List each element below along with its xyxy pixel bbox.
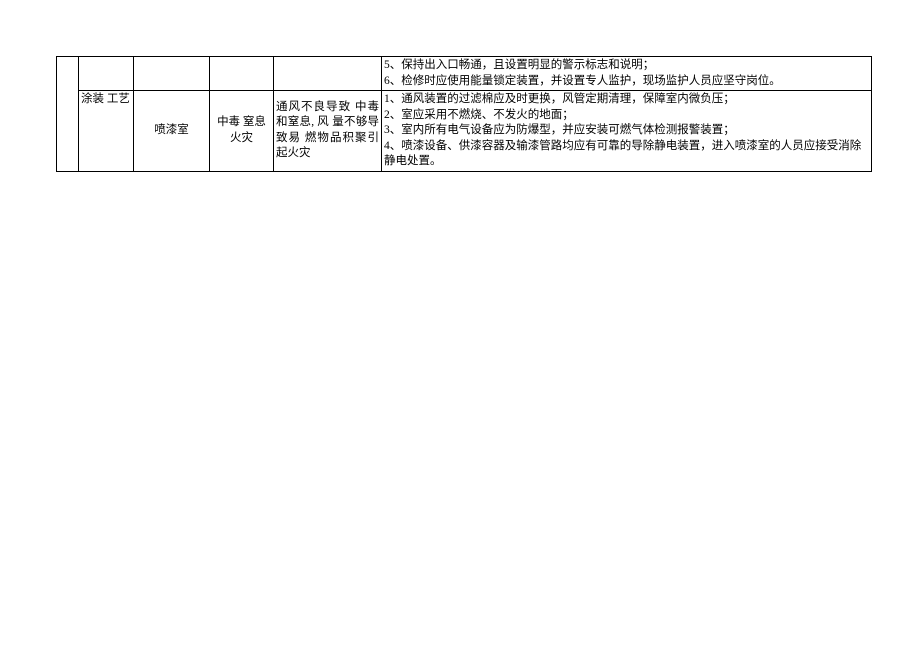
cell-hazard: 中毒 窒息火灾: [210, 91, 274, 172]
cell-cause: 通风不良导致 中毒和窒息, 风 量不够导致易 燃物品积聚引 起火灾: [274, 91, 382, 172]
measure-line: 2、室应采用不燃烧、不发火的地面；: [384, 108, 869, 124]
measure-line: 4、喷漆设备、供漆容器及输漆管路均应有可靠的导除静电装置，进入喷漆室的人员应接受…: [384, 139, 869, 170]
cell-location: 喷漆室: [134, 91, 210, 172]
cell-cause-top: [274, 57, 382, 91]
safety-table: 5、保持出入口畅通，且设置明显的警示标志和说明； 6、检修时应使用能量锁定装置，…: [56, 56, 872, 172]
cell-measure: 1、通风装置的过滤棉应及时更换，风管定期清理，保障室内微负压； 2、室应采用不燃…: [382, 91, 872, 172]
cell-hazard-top: [210, 57, 274, 91]
measure-line: 5、保持出入口畅通，且设置明显的警示标志和说明；: [384, 58, 869, 74]
measure-line: 6、检修时应使用能量锁定装置，并设置专人监护，现场监护人员应坚守岗位。: [384, 74, 869, 90]
table-row: 涂装 工艺 喷漆室 中毒 窒息火灾 通风不良导致 中毒和窒息, 风 量不够导致易…: [57, 91, 872, 172]
cell-measure-top: 5、保持出入口畅通，且设置明显的警示标志和说明； 6、检修时应使用能量锁定装置，…: [382, 57, 872, 91]
cell-index: [57, 57, 79, 172]
cell-category: 涂装 工艺: [79, 91, 134, 172]
cell-location-top: [134, 57, 210, 91]
measure-line: 1、通风装置的过滤棉应及时更换，风管定期清理，保障室内微负压；: [384, 92, 869, 108]
measure-line: 3、室内所有电气设备应为防爆型，并应安装可燃气体检测报警装置；: [384, 123, 869, 139]
table-row: 5、保持出入口畅通，且设置明显的警示标志和说明； 6、检修时应使用能量锁定装置，…: [57, 57, 872, 91]
document-page: 5、保持出入口畅通，且设置明显的警示标志和说明； 6、检修时应使用能量锁定装置，…: [0, 0, 920, 172]
cell-category-top: [79, 57, 134, 91]
